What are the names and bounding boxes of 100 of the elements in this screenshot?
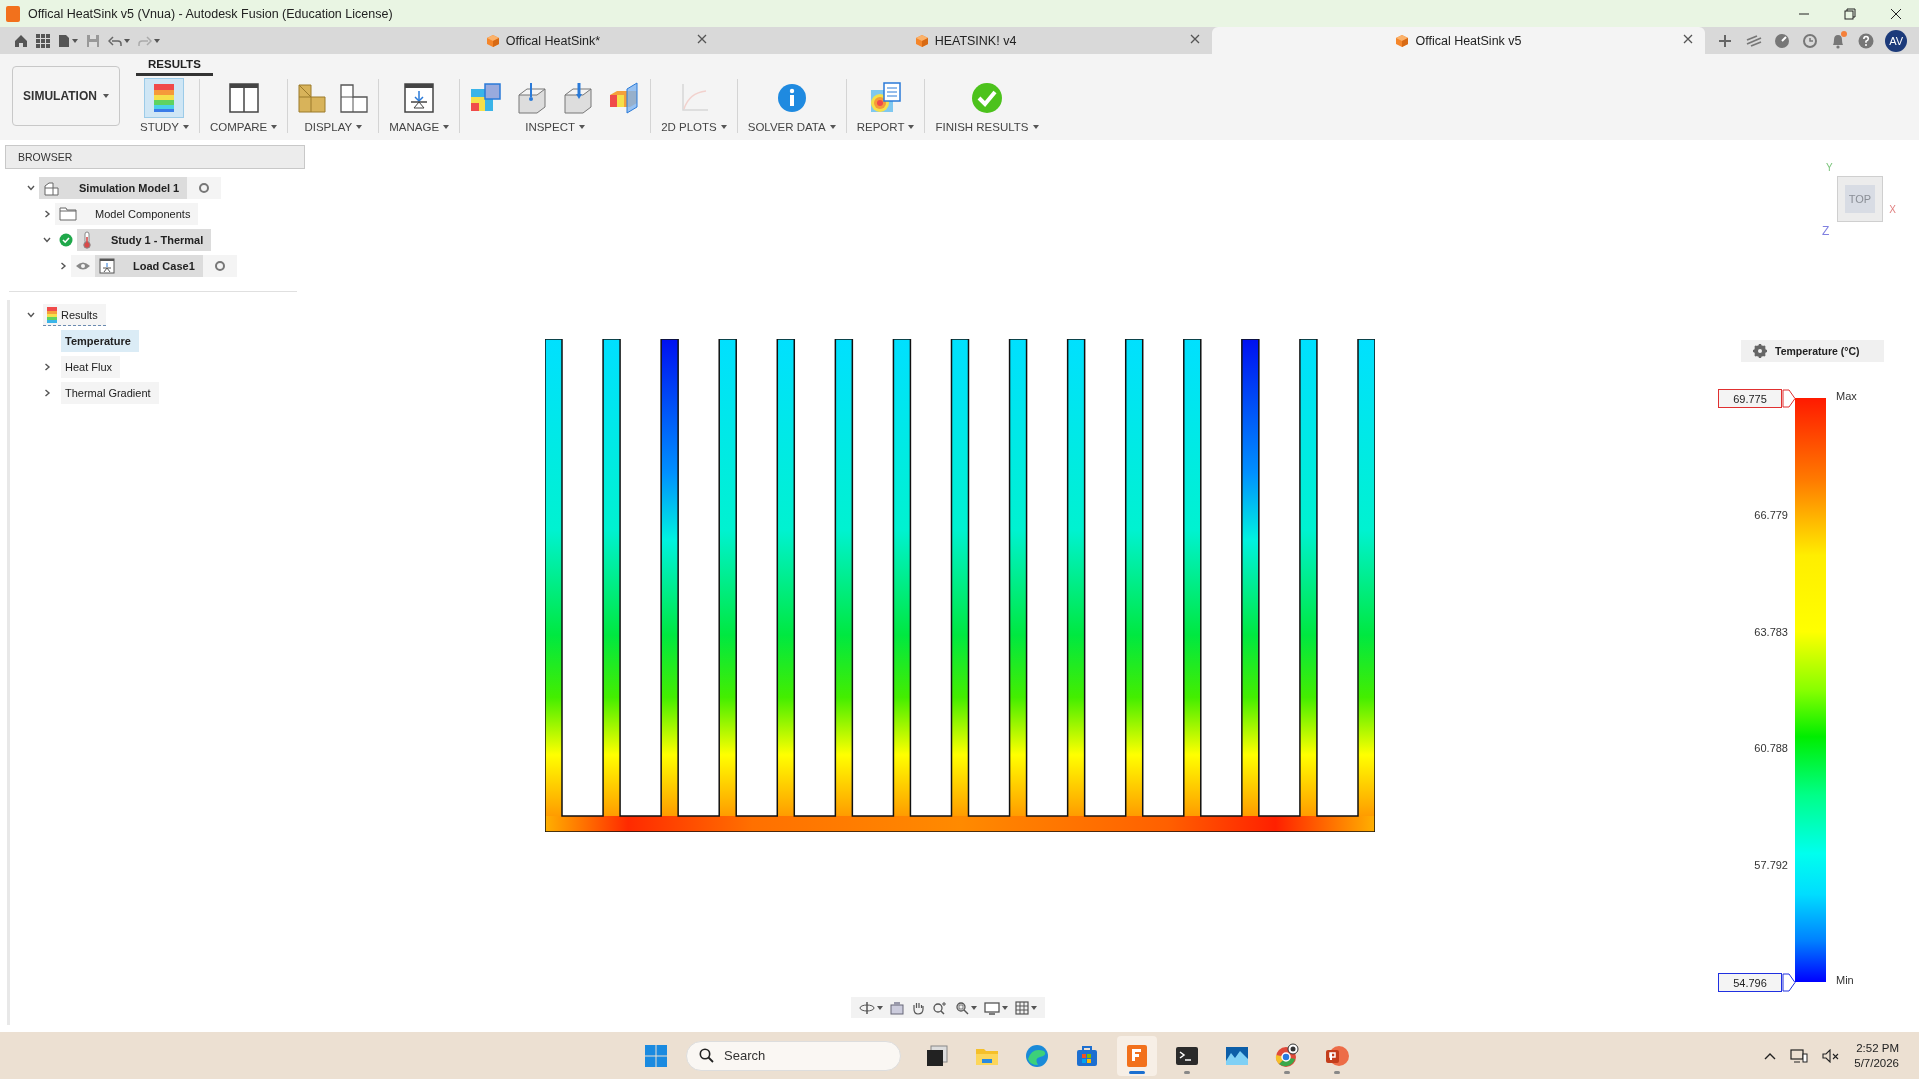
caret-icon	[579, 125, 586, 129]
rainbow-bars-icon	[47, 306, 57, 323]
axis-label: Y	[1826, 162, 1833, 173]
restore-icon[interactable]	[1844, 7, 1856, 20]
group-menu-button[interactable]: STUDY	[136, 117, 193, 133]
browser-wave-icon[interactable]	[1024, 1042, 1050, 1069]
clock-date[interactable]: 5/7/2026	[1854, 1057, 1899, 1069]
caret-icon	[356, 125, 363, 129]
report-chart-icon	[868, 81, 903, 115]
group-menu-button[interactable]: COMPARE	[206, 117, 282, 133]
legend-title: Temperature (°C)	[1775, 345, 1860, 357]
gauge-icon[interactable]	[1774, 32, 1791, 49]
eye-icon[interactable]	[75, 261, 91, 271]
clock-time[interactable]: 2:52 PM	[1856, 1042, 1899, 1054]
activate-radio[interactable]	[199, 183, 210, 193]
help-icon[interactable]	[1857, 32, 1874, 49]
network-icon[interactable]	[1790, 1047, 1809, 1064]
caret-icon	[124, 38, 130, 43]
cube-icon	[914, 33, 929, 48]
part-outline-icon	[43, 179, 61, 197]
caret-icon	[1002, 1005, 1008, 1010]
display-settings-button[interactable]	[982, 1000, 1010, 1015]
scale-tick-label: 66.779	[1754, 508, 1788, 521]
speaker-muted-icon[interactable]	[1822, 1048, 1841, 1063]
browser-header: BROWSER	[5, 145, 305, 169]
caret-icon	[271, 125, 278, 129]
user-avatar[interactable]: AV	[1885, 29, 1908, 52]
grid-settings-button[interactable]	[1013, 1000, 1039, 1015]
caret-icon	[971, 1005, 977, 1010]
caret-icon	[877, 1005, 883, 1010]
window-title: Offical HeatSink v5 (Vnua) - Autodesk Fusion (Education License)	[28, 6, 394, 21]
caret-icon	[443, 125, 450, 129]
caret-icon	[72, 38, 78, 43]
caret-icon	[908, 125, 915, 129]
result-item[interactable]: Thermal Gradient	[61, 382, 159, 404]
result-item[interactable]: Temperature	[61, 330, 139, 352]
fit-button[interactable]	[953, 1000, 979, 1015]
caret-icon	[829, 125, 836, 129]
caret-icon	[102, 94, 109, 98]
results-item[interactable]: Results	[43, 304, 106, 326]
settings-icon[interactable]	[1753, 344, 1767, 358]
group-menu-button[interactable]: DISPLAY	[300, 117, 367, 133]
caret-icon	[1031, 1005, 1037, 1010]
caret-icon	[154, 38, 160, 43]
orbit-button[interactable]	[857, 1000, 885, 1015]
thermometer-icon	[81, 231, 93, 249]
group-menu-button[interactable]: SOLVER DATA	[743, 117, 840, 133]
scale-tick-label: 57.792	[1754, 859, 1788, 872]
cube-icon	[1395, 33, 1410, 48]
result-item[interactable]: Heat Flux	[61, 356, 121, 378]
plus-icon[interactable]	[1716, 32, 1733, 49]
tree-item[interactable]: Load Case1	[95, 255, 203, 277]
stripes-icon[interactable]	[1744, 33, 1763, 48]
axis-label: X	[1889, 204, 1896, 215]
activate-radio[interactable]	[214, 261, 225, 271]
group-menu-button[interactable]: MANAGE	[385, 117, 454, 133]
undo-button[interactable]	[108, 34, 130, 47]
close-tab-icon[interactable]	[1190, 34, 1200, 44]
group-menu-button[interactable]: 2D PLOTS	[657, 117, 731, 133]
caret-icon	[720, 125, 727, 129]
windows-logo-icon[interactable]	[645, 1044, 667, 1067]
shaded-blocks-icon	[297, 81, 328, 115]
redo-button[interactable]	[138, 34, 160, 47]
scale-tick-label: 63.783	[1754, 625, 1788, 638]
max-label: Max	[1836, 390, 1857, 402]
home-button[interactable]	[14, 33, 28, 48]
search-box[interactable]: Search	[686, 1040, 901, 1071]
cube-icon	[485, 33, 500, 48]
group-menu-button[interactable]: REPORT	[852, 117, 919, 133]
search-icon	[699, 1048, 714, 1063]
close-icon[interactable]	[1890, 7, 1902, 20]
group-menu-button[interactable]: INSPECT	[521, 117, 590, 133]
min-value-field[interactable]: 54.796	[1718, 973, 1782, 992]
tree-item[interactable]: Simulation Model 1	[39, 177, 188, 199]
tree-item[interactable]: Study 1 - Thermal	[77, 229, 212, 251]
wireframe-blocks-icon	[339, 81, 370, 115]
app-tile-icon[interactable]	[1124, 1042, 1150, 1069]
task-view-icon[interactable]	[924, 1042, 950, 1069]
folder-icon	[59, 206, 77, 222]
apps-grid-button[interactable]	[36, 33, 50, 48]
caret-icon	[183, 125, 189, 129]
search-field[interactable]: Search	[722, 1047, 876, 1064]
max-value-field[interactable]: 69.775	[1718, 389, 1782, 408]
group-menu-button[interactable]: FINISH RESULTS	[931, 117, 1043, 133]
workspace-dropdown[interactable]: SIMULATION	[12, 66, 120, 126]
legend-header[interactable]: Temperature (°C)	[1741, 340, 1884, 362]
axis-label: Z	[1822, 224, 1830, 238]
app-logo-icon	[6, 5, 20, 22]
browser-circle-icon[interactable]	[1274, 1042, 1300, 1069]
caret-icon	[1032, 125, 1039, 129]
scale-tick-label: 60.788	[1754, 742, 1788, 755]
split-window-icon	[226, 81, 261, 115]
close-tab-icon[interactable]	[1683, 34, 1693, 44]
close-tab-icon[interactable]	[697, 34, 707, 44]
load-case-icon	[99, 258, 115, 274]
file-menu-button[interactable]	[58, 33, 78, 48]
document-tab[interactable]: Offical HeatSink v5	[1212, 27, 1705, 54]
clock-icon[interactable]	[1802, 32, 1818, 49]
min-label: Min	[1836, 974, 1854, 986]
tree-item[interactable]: Model Components	[55, 203, 199, 225]
